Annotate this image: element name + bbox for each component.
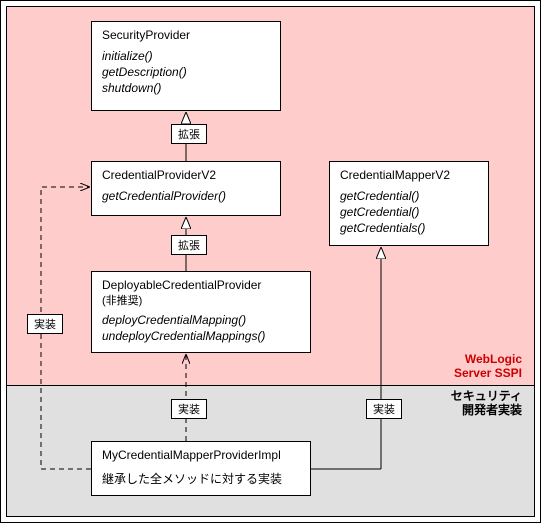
box-credential-provider-v2: CredentialProviderV2 getCredentialProvid… [91,161,281,216]
box-security-provider: SecurityProvider initialize() getDescrip… [91,21,281,111]
box-impl: MyCredentialMapperProviderImpl 継承した全メソッド… [91,441,311,496]
class-method: getCredential() [340,204,478,220]
class-method: undeployCredentialMappings() [102,328,300,344]
diagram-canvas: WebLogic Server SSPI セキュリティ 開発者実装 Securi… [0,0,541,523]
class-method: getDescription() [102,64,270,80]
class-method: initialize() [102,48,270,64]
edge-label-implement: 実装 [366,399,402,419]
class-method: getCredentialProvider() [102,188,270,204]
class-method: getCredential() [340,188,478,204]
class-title: CredentialMapperV2 [340,168,478,182]
edge-label-extend: 拡張 [171,124,207,144]
edge-label-implement: 実装 [171,399,207,419]
class-title: MyCredentialMapperProviderImpl [102,448,300,462]
class-note: 継承した全メソッドに対する実装 [102,470,300,487]
zone-label-bottom: セキュリティ 開発者実装 [451,390,522,418]
edge-label-implement: 実装 [27,314,63,334]
class-title: DeployableCredentialProvider [102,278,300,292]
class-title: CredentialProviderV2 [102,168,270,182]
class-title: SecurityProvider [102,28,270,42]
class-method: deployCredentialMapping() [102,312,300,328]
class-method: getCredentials() [340,220,478,236]
edge-label-extend: 拡張 [171,235,207,255]
zone-label-top: WebLogic Server SSPI [454,353,522,381]
class-subtitle: (非推奨) [102,292,300,308]
box-credential-mapper-v2: CredentialMapperV2 getCredential() getCr… [329,161,489,246]
class-method: shutdown() [102,80,270,96]
box-deployable-credential-provider: DeployableCredentialProvider (非推奨) deplo… [91,271,311,353]
